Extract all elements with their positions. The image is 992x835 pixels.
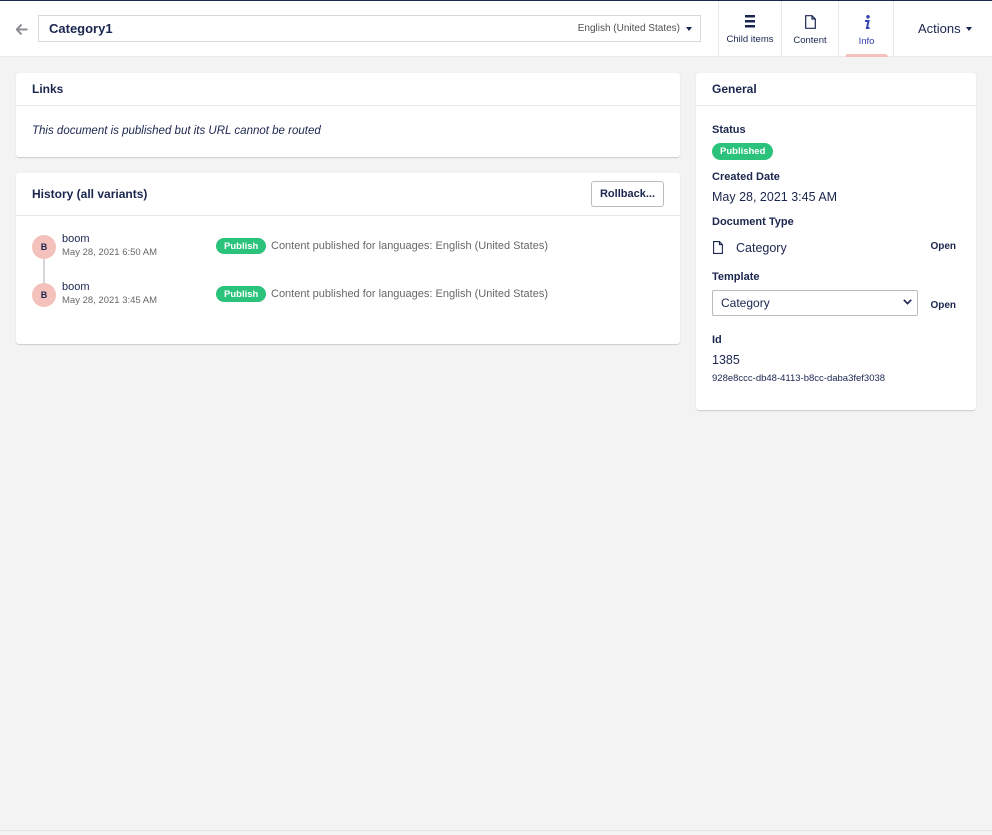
actions-area: Actions xyxy=(893,1,992,57)
avatar: B xyxy=(32,235,56,259)
arrow-left-icon xyxy=(16,23,28,35)
caret-down-icon xyxy=(965,26,972,31)
list-icon xyxy=(745,15,755,28)
history-date: May 28, 2021 3:45 AM xyxy=(62,295,158,306)
history-card: History (all variants) Rollback... xyxy=(16,173,680,344)
timeline-connector xyxy=(43,258,45,284)
links-card: Links This document is published but its… xyxy=(16,73,680,157)
tab-label: Info xyxy=(858,36,875,47)
document-type-value: Category xyxy=(736,241,787,255)
open-template-link[interactable]: Open xyxy=(930,300,956,311)
history-description: Content published for languages: English… xyxy=(271,288,549,300)
status-label: Status xyxy=(712,124,746,136)
tab-child-items[interactable]: Child items xyxy=(718,1,781,57)
tab-label: Content xyxy=(793,35,827,46)
history-header: History (all variants) Rollback... xyxy=(16,173,680,216)
general-card: General Status Published Created Date Ma… xyxy=(696,73,976,410)
id-value: 1385 xyxy=(712,353,740,367)
history-description: Content published for languages: English… xyxy=(271,240,549,252)
history-title: History (all variants) xyxy=(32,187,148,201)
document-icon xyxy=(713,241,723,254)
document-type-label: Document Type xyxy=(712,216,794,228)
document-name-box: English (United States) xyxy=(38,15,701,42)
links-title: Links xyxy=(16,73,680,106)
publish-badge: Publish xyxy=(216,238,267,254)
actions-button[interactable]: Actions xyxy=(918,21,972,36)
created-date-label: Created Date xyxy=(712,171,780,183)
language-switcher[interactable]: English (United States) xyxy=(578,16,692,41)
back-button[interactable] xyxy=(12,19,32,39)
rollback-button[interactable]: Rollback... xyxy=(591,181,664,207)
history-user: boom xyxy=(62,281,90,293)
history-user: boom xyxy=(62,233,90,245)
publish-badge: Publish xyxy=(216,286,267,302)
info-icon xyxy=(864,15,870,29)
status-badge: Published xyxy=(712,143,774,160)
created-date-value: May 28, 2021 3:45 AM xyxy=(712,190,838,204)
avatar: B xyxy=(32,283,56,307)
document-name-input[interactable] xyxy=(39,16,559,41)
language-label: English (United States) xyxy=(577,23,680,34)
links-message: This document is published but its URL c… xyxy=(32,125,321,137)
caret-down-icon xyxy=(686,26,692,31)
actions-label: Actions xyxy=(918,21,961,36)
id-label: Id xyxy=(712,334,722,346)
document-icon xyxy=(804,15,816,29)
editor-header: English (United States) Child items Cont… xyxy=(0,1,992,57)
guid-value: 928e8ccc-db48-4113-b8cc-daba3fef3038 xyxy=(712,373,886,384)
tab-label: Child items xyxy=(726,34,774,45)
template-label: Template xyxy=(712,271,760,283)
bottom-border xyxy=(0,830,992,831)
history-date: May 28, 2021 6:50 AM xyxy=(62,247,158,258)
tab-info[interactable]: Info xyxy=(838,1,894,57)
template-select[interactable]: Category xyxy=(712,290,918,316)
tab-content[interactable]: Content xyxy=(781,1,838,57)
general-title: General xyxy=(696,73,976,106)
open-document-type-link[interactable]: Open xyxy=(930,241,956,252)
app-tabs: Child items Content Info xyxy=(718,1,894,57)
